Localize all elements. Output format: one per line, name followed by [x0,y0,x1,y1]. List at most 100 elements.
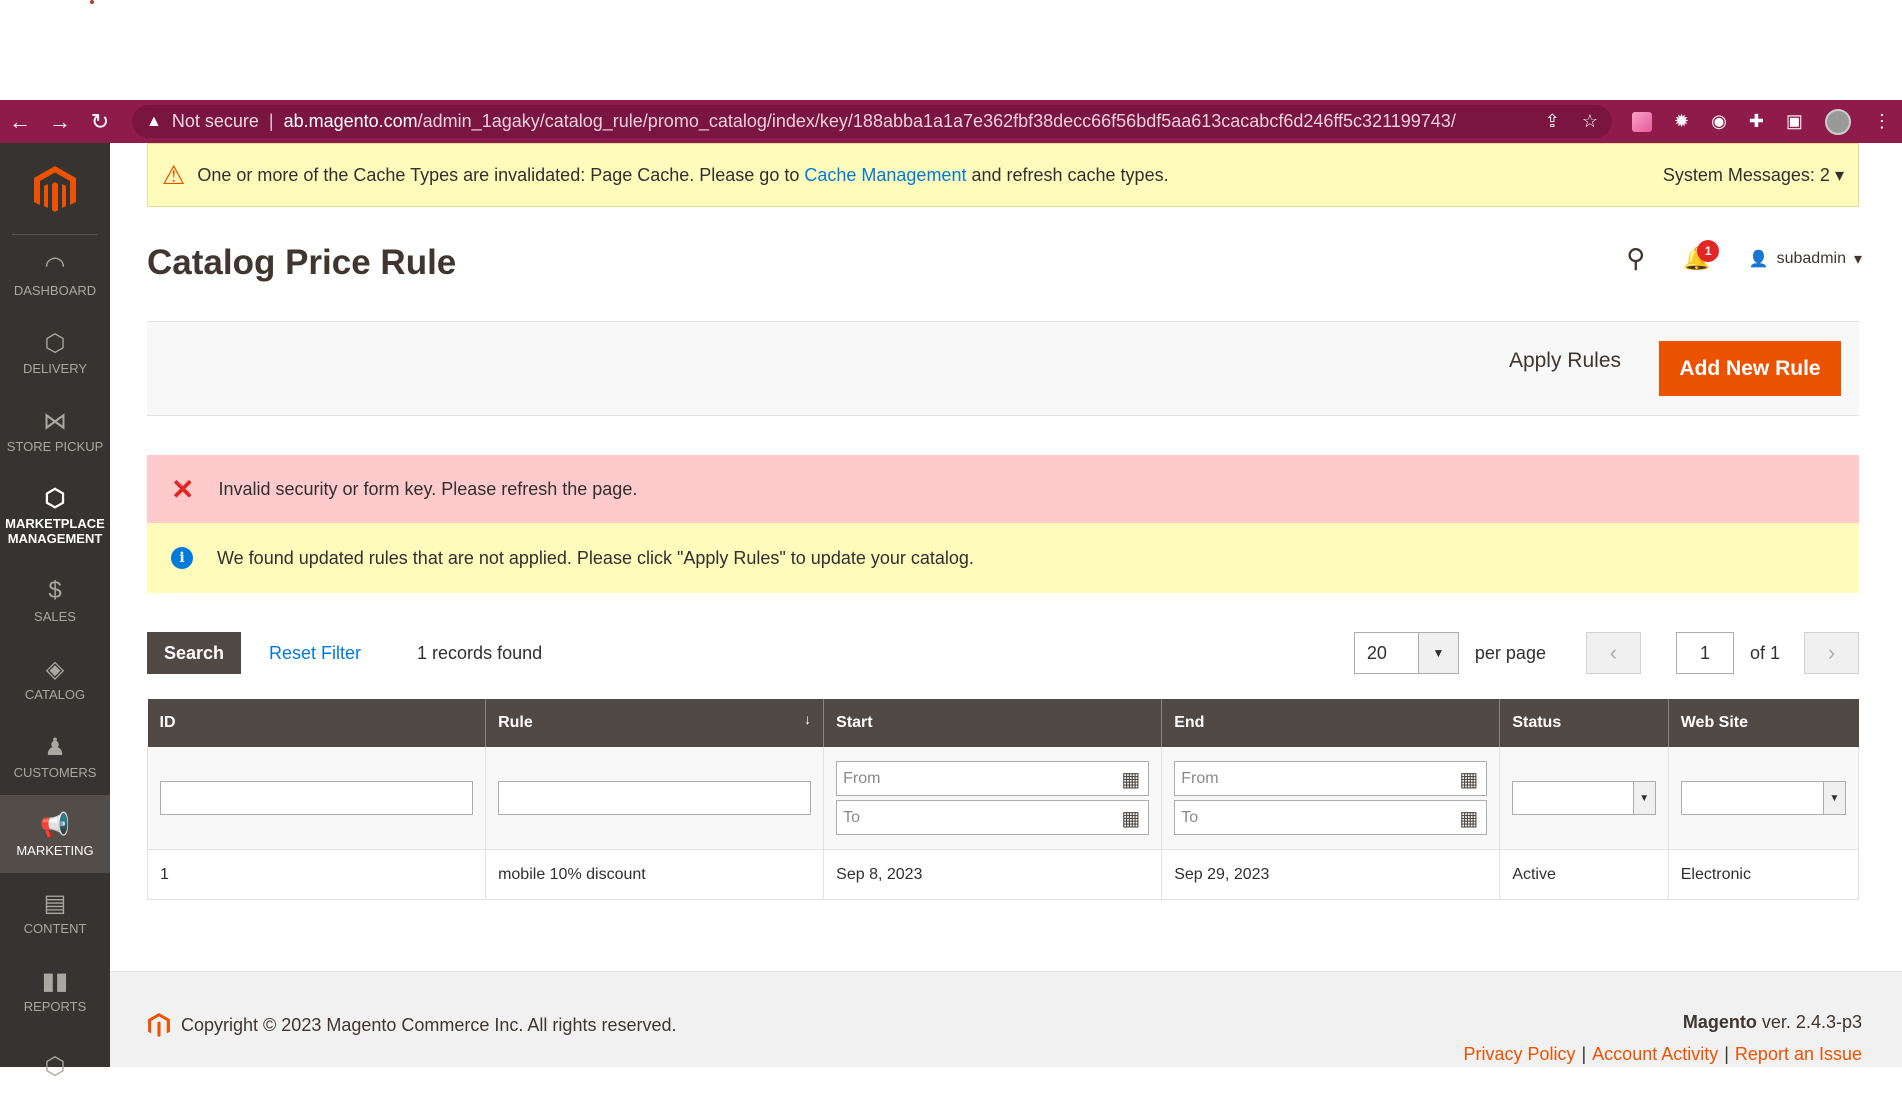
report-issue-link[interactable]: Report an Issue [1735,1044,1862,1064]
cell-end: Sep 29, 2023 [1161,849,1501,900]
sidebar-item-store-pickup[interactable]: ⋈ STORE PICKUP [0,391,110,469]
account-activity-link[interactable]: Account Activity [1592,1044,1718,1064]
filter-status-select[interactable]: ▼ [1512,781,1656,815]
search-icon[interactable]: ⚲ [1626,243,1645,274]
apply-rules-button[interactable]: Apply Rules [1509,349,1621,373]
sidebar-item-catalog[interactable]: ◈ CATALOG [0,639,110,717]
sidebar-item-marketing[interactable]: 📢 MARKETING [0,795,110,873]
back-icon[interactable]: ← [0,109,40,135]
filter-rule-input[interactable] [498,781,812,815]
sidebar-item-customers[interactable]: ♟ CUSTOMERS [0,717,110,795]
system-messages-toggle[interactable]: System Messages: 2 ▾ [1663,165,1844,186]
chevron-down-icon: ▾ [1853,250,1862,268]
sidebar-item-dashboard[interactable]: ◠ DASHBOARD [0,235,110,313]
search-button[interactable]: Search [147,632,241,674]
extension-color-icon[interactable] [1632,111,1652,132]
date-placeholder: To [1181,808,1199,826]
sidebar-item-label: CUSTOMERS [13,764,97,780]
red-dot [90,0,94,4]
box-icon: ◈ [45,655,65,683]
star-icon[interactable]: ☆ [1582,111,1598,132]
share-icon[interactable]: ⇪ [1545,111,1560,132]
sidepanel-icon[interactable]: ▣ [1786,111,1803,132]
browser-toolbar: ← → ↻ ▲ Not secure | ab.magento.com /adm… [0,100,1902,143]
date-placeholder: From [1181,769,1219,787]
footer-links: Privacy Policy | Account Activity | Report a… [1463,1044,1862,1065]
profile-avatar[interactable] [1824,108,1851,135]
privacy-policy-link[interactable]: Privacy Policy [1463,1044,1575,1064]
puzzle-icon[interactable]: ✚ [1749,111,1764,132]
column-header-website[interactable]: Web Site [1667,699,1859,747]
sidebar-item-more[interactable]: ⬡ [0,1029,110,1107]
username: subadmin [1776,249,1846,267]
system-message-text-before: One or more of the Cache Types are inval… [197,164,805,185]
user-menu[interactable]: 👤 subadmin ▾ [1749,249,1862,269]
grid-toolbar: Search Reset Filter 1 records found 20 ▼… [147,632,1859,674]
magento-logo[interactable] [12,143,98,235]
bar-chart-icon: ▮▮ [41,967,69,995]
page-footer: Copyright © 2023 Magento Commerce Inc. A… [110,971,1902,1067]
hexagon-icon: ⬡ [44,329,66,357]
column-header-label: Web Site [1680,714,1749,731]
table-row[interactable]: 1 mobile 10% discount Sep 8, 2023 Sep 29… [146,849,1860,900]
column-header-id[interactable]: ID [147,699,486,747]
dollar-icon: $ [48,576,62,604]
sidebar-item-reports[interactable]: ▮▮ REPORTS [0,951,110,1029]
cell-status: Active [1499,849,1669,900]
sidebar-item-content[interactable]: ▤ CONTENT [0,873,110,951]
catalog-rules-grid: ID Rule ↓ Start End Status Web Site From ▦… [146,699,1860,900]
sidebar-item-label: CATALOG [24,686,86,702]
cache-management-link[interactable]: Cache Management [804,165,966,185]
user-icon: 👤 [1748,250,1769,268]
calendar-icon[interactable]: ▦ [1459,806,1478,831]
filter-website-select[interactable]: ▼ [1680,781,1846,815]
column-header-end[interactable]: End [1161,699,1500,747]
column-header-label: Start [836,714,873,731]
notifications-bell-icon[interactable]: 🔔 1 [1683,239,1720,272]
sidebar-item-label: CONTENT [23,920,87,936]
sidebar-item-delivery[interactable]: ⬡ DELIVERY [0,313,110,391]
page-number-input[interactable]: 1 [1675,632,1734,674]
main-content: ⚠ One or more of the Cache Types are inv… [110,143,1902,1067]
date-placeholder: To [843,808,861,826]
column-header-status[interactable]: Status [1499,699,1669,747]
add-new-rule-button[interactable]: Add New Rule [1659,341,1841,396]
store-pickup-icon: ⋈ [43,407,67,435]
address-bar[interactable]: ▲ Not secure | ab.magento.com /admin_1ag… [132,105,1612,138]
sidebar-item-marketplace-management[interactable]: ⬡ MARKETPLACE MANAGEMENT [0,469,110,561]
header-actions: ⚲ 🔔 1 👤 subadmin ▾ [1626,239,1862,274]
sidebar-item-sales[interactable]: $ SALES [0,561,110,639]
extension-radio-icon[interactable]: ◉ [1711,111,1727,132]
menu-kebab-icon[interactable]: ⋮ [1873,111,1891,132]
filter-start-from[interactable]: From ▦ [836,761,1150,796]
calendar-icon[interactable]: ▦ [1121,806,1140,831]
forward-icon[interactable]: → [40,109,80,135]
column-header-rule[interactable]: Rule ↓ [485,699,824,747]
reset-filter-link[interactable]: Reset Filter [269,643,361,664]
admin-sidebar: ◠ DASHBOARD ⬡ DELIVERY ⋈ STORE PICKUP ⬡ … [0,143,110,1080]
sidebar-item-label: REPORTS [23,998,87,1014]
chevron-down-icon: ▼ [1823,782,1845,814]
sidebar-item-label: DELIVERY [22,360,88,376]
column-header-label: Rule [498,714,533,731]
filter-start-to[interactable]: To ▦ [836,800,1150,835]
calendar-icon[interactable]: ▦ [1121,767,1140,792]
filter-end-from[interactable]: From ▦ [1174,761,1488,796]
filter-end-to[interactable]: To ▦ [1174,800,1488,835]
filter-id-input[interactable] [160,781,474,815]
prev-page-button[interactable]: ‹ [1585,632,1641,674]
hexagon-icon: ⬡ [44,1053,66,1080]
layout-icon: ▤ [43,889,67,917]
system-message-bar: ⚠ One or more of the Cache Types are inv… [147,143,1859,207]
error-x-icon: ✕ [171,473,195,505]
gear-icon[interactable]: ✹ [1674,111,1689,132]
per-page-select[interactable]: 20 ▼ [1353,632,1459,674]
calendar-icon[interactable]: ▦ [1459,767,1478,792]
copyright-text: Copyright © 2023 Magento Commerce Inc. A… [181,1014,677,1035]
sidebar-item-label: SALES [34,608,76,624]
sidebar-item-label: STORE PICKUP [6,438,104,454]
next-page-button[interactable]: › [1804,632,1859,674]
column-header-start[interactable]: Start [823,699,1162,747]
column-header-label: End [1174,714,1205,731]
reload-icon[interactable]: ↻ [80,109,120,135]
